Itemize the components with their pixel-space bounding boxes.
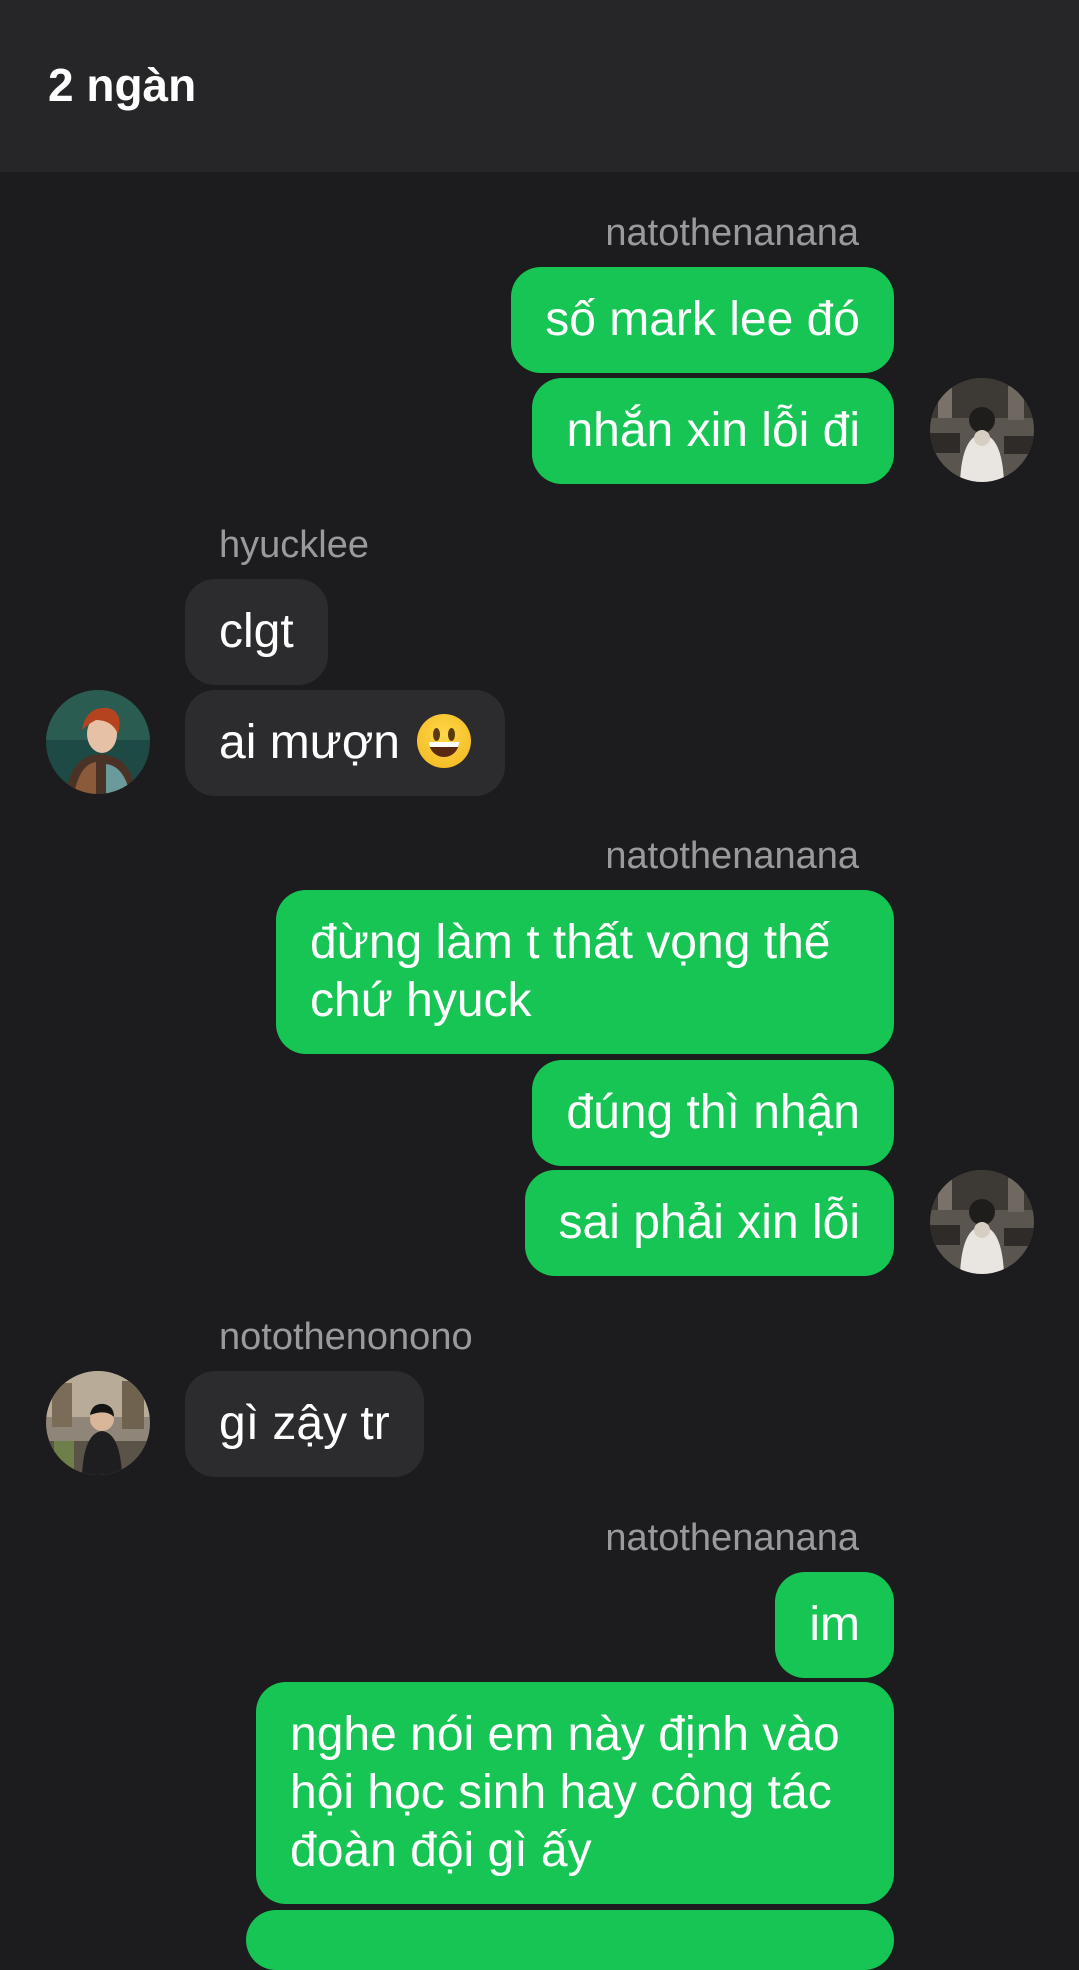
message-bubble-outgoing[interactable]: nghe nói em này định vào hội học sinh ha… [256,1682,894,1904]
sender-name: natothenanana [605,212,859,254]
message-line: nghe nói em này định vào [290,1708,840,1761]
message-bubble-outgoing[interactable]: im [775,1572,894,1678]
message-bubble-outgoing[interactable]: số mark lee đó [511,267,894,373]
message-text: ai mượn [219,716,400,769]
message-bubble-incoming[interactable]: clgt [185,579,328,685]
message-bubble-incoming[interactable]: gì zậy tr [185,1371,424,1477]
sender-name: natothenanana [605,1517,859,1559]
avatar-natothenanana[interactable] [930,1170,1034,1274]
message-bubble-incoming[interactable]: ai mượn [185,690,506,796]
profile-photo-icon [930,378,1034,482]
sender-name: natothenanana [605,835,859,877]
profile-photo-icon [46,1371,150,1475]
avatar-natothenanana[interactable] [930,378,1034,482]
message-list[interactable]: natothenanana số mark lee đó nhắn xin lỗ… [0,172,1079,1970]
message-bubble-outgoing[interactable]: nhắn xin lỗi đi [532,378,894,484]
message-line: đừng làm t thất vọng thế [310,916,831,969]
chat-header: 2 ngàn [0,0,1079,172]
avatar-hyucklee[interactable] [46,690,150,794]
message-line: chứ hyuck [310,974,532,1027]
chat-title[interactable]: 2 ngàn [48,58,196,112]
message-bubble-outgoing-partial[interactable] [246,1910,894,1970]
message-line: đoàn đội gì ấy [290,1824,592,1877]
message-bubble-outgoing[interactable]: đừng làm t thất vọng thế chứ hyuck [276,890,894,1054]
sender-name: hyucklee [219,524,369,566]
message-bubble-outgoing[interactable]: sai phải xin lỗi [524,1170,894,1276]
profile-photo-icon [46,690,150,794]
avatar-notothenonono[interactable] [46,1371,150,1475]
sender-name: notothenonono [219,1316,473,1358]
grinning-face-icon [417,714,472,768]
profile-photo-icon [930,1170,1034,1274]
message-bubble-outgoing[interactable]: đúng thì nhận [532,1060,894,1166]
message-line: hội học sinh hay công tác [290,1766,832,1819]
